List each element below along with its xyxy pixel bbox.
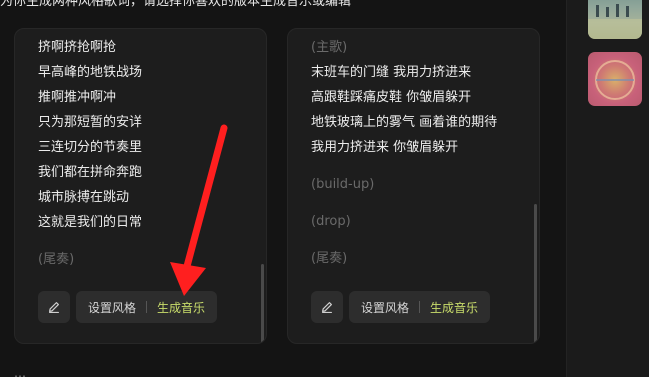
lyric-line: 末班车的门缝 我用力挤进来 (311, 65, 472, 80)
pencil-icon (49, 302, 59, 314)
lyric-line: 挤啊挤抢啊抢 (38, 40, 117, 55)
lyric-line: 高跟鞋踩痛皮鞋 你皱眉躲开 (311, 90, 472, 105)
bottom-hint-text: … (14, 366, 26, 377)
card-actions: 设置风格 生成音乐 (38, 291, 218, 323)
lyric-line: 早高峰的地铁战场 (38, 65, 143, 80)
generate-music-button[interactable]: 生成音乐 (430, 299, 478, 316)
music-action-pill: 设置风格 生成音乐 (349, 291, 491, 323)
music-action-pill: 设置风格 生成音乐 (76, 291, 218, 323)
section-tag-verse: (主歌) (311, 40, 348, 55)
lyrics-card-version-2: (主歌) 末班车的门缝 我用力挤进来 高跟鞋踩痛皮鞋 你皱眉躲开 地铁玻璃上的雾… (287, 28, 540, 344)
app-root: 为你生成两种风格歌词，请选择你喜欢的版本生成音乐或编辑 挤啊挤抢啊抢 早高峰的地… (0, 0, 649, 377)
song-thumbnail[interactable] (588, 0, 642, 39)
set-style-button[interactable]: 设置风格 (361, 299, 409, 316)
set-style-button[interactable]: 设置风格 (88, 299, 136, 316)
lyric-line: 只为那短暂的安详 (38, 115, 143, 130)
edit-lyrics-button[interactable] (311, 291, 343, 323)
pencil-icon (322, 302, 332, 314)
lyrics-scrollbar[interactable] (534, 204, 537, 343)
generate-music-button[interactable]: 生成音乐 (157, 299, 205, 316)
section-tag-outro: (尾奏) (311, 251, 348, 266)
pill-divider (146, 301, 148, 313)
section-tag-drop: (drop) (311, 214, 351, 229)
card-actions: 设置风格 生成音乐 (311, 291, 491, 323)
edit-lyrics-button[interactable] (38, 291, 70, 323)
lyric-line: 三连切分的节奏里 (38, 140, 143, 155)
lyric-line: 地铁玻璃上的雾气 画着谁的期待 (311, 115, 498, 130)
section-tag-outro: (尾奏) (38, 252, 75, 267)
main-content: 为你生成两种风格歌词，请选择你喜欢的版本生成音乐或编辑 挤啊挤抢啊抢 早高峰的地… (0, 0, 566, 377)
lyrics-scrollbar[interactable] (261, 264, 264, 343)
lyric-line: 城市脉搏在跳动 (38, 190, 130, 205)
sunset-orb-thumbnail-image (595, 60, 635, 100)
lyrics-card-version-1: 挤啊挤抢啊抢 早高峰的地铁战场 推啊推冲啊冲 只为那短暂的安详 三连切分的节奏里… (14, 28, 267, 344)
song-thumbnail[interactable] (588, 52, 642, 106)
lyric-line: 推啊推冲啊冲 (38, 90, 117, 105)
lyrics-text: (主歌) 末班车的门缝 我用力挤进来 高跟鞋踩痛皮鞋 你皱眉躲开 地铁玻璃上的雾… (311, 38, 527, 274)
lyrics-text: 挤啊挤抢啊抢 早高峰的地铁战场 推啊推冲啊冲 只为那短暂的安详 三连切分的节奏里… (38, 38, 254, 275)
lyric-line: 我用力挤进来 你皱眉躲开 (311, 140, 459, 155)
lyrics-hint-text: 为你生成两种风格歌词，请选择你喜欢的版本生成音乐或编辑 (0, 0, 352, 9)
beach-thumbnail-image (588, 4, 642, 39)
lyric-line: 我们都在拼命奔跑 (38, 165, 143, 180)
pill-divider (419, 301, 421, 313)
section-tag-build-up: (build-up) (311, 177, 375, 192)
lyric-line: 这就是我们的日常 (38, 215, 143, 230)
